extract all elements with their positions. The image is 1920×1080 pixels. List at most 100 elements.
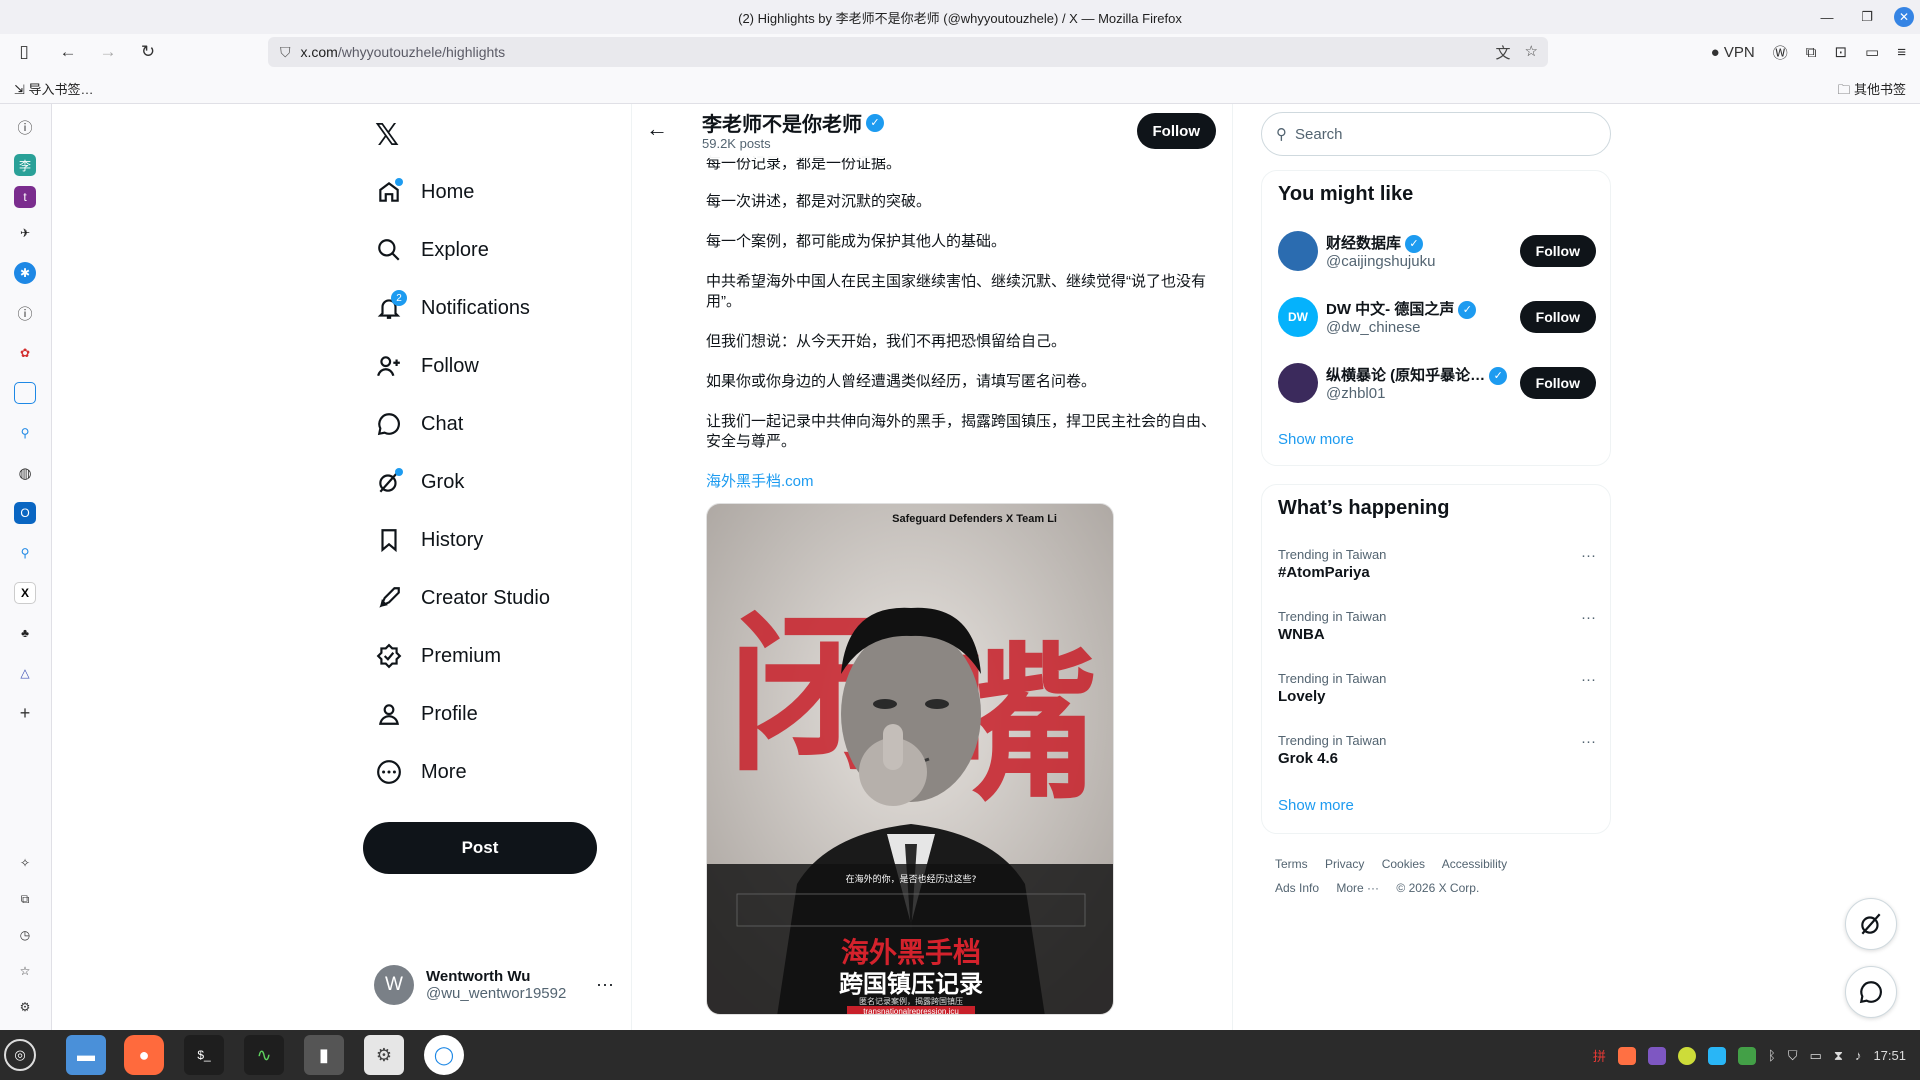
- maximize-icon[interactable]: ❐: [1854, 4, 1880, 30]
- follow-button[interactable]: Follow: [1136, 113, 1216, 149]
- trend-item[interactable]: Trending in Taiwan #AtomPariya ···: [1278, 547, 1596, 581]
- star-icon[interactable]: ☆: [14, 960, 36, 982]
- nav-follow[interactable]: Follow: [375, 346, 479, 386]
- tabs-icon[interactable]: ⧉: [14, 888, 36, 910]
- site-info-icon[interactable]: ⛉: [280, 44, 291, 61]
- nav-explore[interactable]: Explore: [375, 230, 489, 270]
- menu-start-icon[interactable]: ◎: [4, 1039, 36, 1071]
- bird-icon[interactable]: ✈: [14, 222, 36, 244]
- nav-more[interactable]: More: [375, 752, 467, 792]
- history-icon[interactable]: ◷: [14, 924, 36, 946]
- settings-icon[interactable]: ⚙: [14, 996, 36, 1018]
- nav-history[interactable]: History: [375, 520, 483, 560]
- nav-notifications[interactable]: 2 Notifications: [375, 288, 530, 328]
- outlook-icon[interactable]: O: [14, 502, 36, 524]
- bookmark-star-icon[interactable]: ☆: [1525, 42, 1538, 63]
- search-small-icon-2[interactable]: ⚲: [14, 542, 36, 564]
- post-image[interactable]: 闭 嘴 Safeguard Defenders X Team Li 在海外的你，…: [706, 503, 1114, 1015]
- app-icon-blue[interactable]: ✱: [14, 262, 36, 284]
- shield-icon[interactable]: ⛉: [1788, 1048, 1798, 1064]
- bluetooth-icon[interactable]: ᛒ: [1768, 1048, 1776, 1063]
- nav-home[interactable]: Home: [375, 172, 474, 212]
- footer-link[interactable]: Ads Info: [1275, 881, 1319, 895]
- footer-link[interactable]: Terms: [1275, 857, 1308, 871]
- follow-button[interactable]: Follow: [1519, 367, 1596, 399]
- tray-app-icon[interactable]: [1707, 1046, 1726, 1065]
- system-monitor-icon[interactable]: ∿: [244, 1035, 284, 1075]
- account-more-icon[interactable]: ···: [596, 974, 614, 995]
- pocket-icon[interactable]: ⊡: [1834, 43, 1847, 61]
- show-more-link[interactable]: Show more: [1278, 797, 1354, 814]
- follow-button[interactable]: Follow: [1519, 301, 1596, 333]
- trend-item[interactable]: Trending in Taiwan Lovely ···: [1278, 671, 1596, 705]
- search-small-icon[interactable]: ⚲: [14, 422, 36, 444]
- show-more-link[interactable]: Show more: [1278, 431, 1354, 448]
- suggestion-item[interactable]: DW DW 中文- 德国之声 ✓ @dw_chinese Follow: [1278, 295, 1596, 339]
- app-icon-li[interactable]: 李: [14, 154, 36, 176]
- tray-app-icon[interactable]: [1617, 1046, 1636, 1065]
- add-icon[interactable]: +: [14, 702, 36, 724]
- x-logo[interactable]: 𝕏: [375, 118, 399, 153]
- nav-creator-studio[interactable]: Creator Studio: [375, 578, 550, 618]
- messages-fab[interactable]: [1845, 966, 1897, 1018]
- trend-item[interactable]: Trending in Taiwan WNBA ···: [1278, 609, 1596, 643]
- url-bar[interactable]: ⛉ x.com/whyyoutouzhele/highlights 文 ☆: [268, 37, 1548, 67]
- x-icon[interactable]: X: [14, 582, 36, 604]
- volume-icon[interactable]: ♪: [1855, 1048, 1862, 1063]
- network-icon[interactable]: ⧗: [1834, 1048, 1843, 1064]
- triangle-icon[interactable]: △: [14, 662, 36, 684]
- forward-icon[interactable]: →: [92, 36, 124, 68]
- suggestion-item[interactable]: 纵横暴论 (原知乎暴论… ✓ @zhbl01 Follow: [1278, 361, 1596, 405]
- minimize-icon[interactable]: —: [1814, 4, 1840, 30]
- reload-icon[interactable]: ↻: [132, 36, 164, 68]
- globe-icon[interactable]: ◍: [14, 462, 36, 484]
- tray-app-icon[interactable]: [1647, 1046, 1666, 1065]
- input-method-icon[interactable]: 拼: [1593, 1046, 1606, 1065]
- close-icon[interactable]: ✕: [1894, 7, 1914, 27]
- footer-link[interactable]: Privacy: [1325, 857, 1364, 871]
- search-input[interactable]: ⚲ Search: [1261, 112, 1611, 156]
- display-icon[interactable]: ▭: [1810, 1048, 1822, 1064]
- more-icon[interactable]: ···: [1581, 609, 1596, 626]
- suggestion-item[interactable]: 财经数据库 ✓ @caijingshujuku Follow: [1278, 229, 1596, 273]
- back-icon[interactable]: ←: [52, 36, 84, 68]
- huawei-icon[interactable]: ✿: [14, 342, 36, 364]
- terminal-icon[interactable]: $_: [184, 1035, 224, 1075]
- footer-link[interactable]: Cookies: [1382, 857, 1425, 871]
- sync-app-icon[interactable]: ◯: [424, 1035, 464, 1075]
- info-icon[interactable]: ⓘ: [14, 116, 36, 138]
- wikipedia-extension-icon[interactable]: Ⓦ: [1773, 42, 1788, 63]
- app-icon-t[interactable]: t: [14, 186, 36, 208]
- clover-icon[interactable]: ♣: [14, 622, 36, 644]
- translate-icon[interactable]: 文: [1496, 42, 1511, 63]
- nav-grok[interactable]: Grok: [375, 462, 464, 502]
- post-button[interactable]: Post: [363, 822, 597, 874]
- import-bookmarks-link[interactable]: ⇲ 导入书签…: [14, 79, 94, 98]
- clock[interactable]: 17:51: [1873, 1048, 1906, 1063]
- tray-app-icon[interactable]: [1677, 1046, 1696, 1065]
- info-icon-2[interactable]: ⓘ: [14, 302, 36, 324]
- follow-button[interactable]: Follow: [1519, 235, 1596, 267]
- more-icon[interactable]: ···: [1581, 671, 1596, 688]
- firefox-icon[interactable]: ●: [124, 1035, 164, 1075]
- nav-profile[interactable]: Profile: [375, 694, 478, 734]
- more-icon[interactable]: ···: [1581, 733, 1596, 750]
- ai-sparkle-icon[interactable]: ✧: [14, 852, 36, 874]
- account-switcher[interactable]: W Wentworth Wu @wu_wentwor19592 ···: [374, 962, 614, 1008]
- vpn-button[interactable]: ● VPN: [1711, 44, 1755, 61]
- files-icon[interactable]: ▬: [66, 1035, 106, 1075]
- back-arrow-icon[interactable]: ←: [646, 116, 668, 142]
- nav-chat[interactable]: Chat: [375, 404, 463, 444]
- trend-item[interactable]: Trending in Taiwan Grok 4.6 ···: [1278, 733, 1596, 767]
- wechat-icon[interactable]: [1737, 1046, 1756, 1065]
- post-link[interactable]: 海外黑手档.com: [706, 470, 814, 491]
- menu-icon[interactable]: ≡: [1897, 44, 1906, 61]
- sidebar-toggle-icon[interactable]: ▯: [8, 36, 40, 68]
- extensions-icon[interactable]: ⧉: [1806, 44, 1817, 61]
- sidebar-icon[interactable]: ▭: [1865, 43, 1879, 61]
- document-icon[interactable]: ▮: [304, 1035, 344, 1075]
- settings-app-icon[interactable]: ⚙: [364, 1035, 404, 1075]
- footer-link[interactable]: Accessibility: [1442, 857, 1507, 871]
- footer-link[interactable]: More ···: [1336, 881, 1379, 895]
- square-icon[interactable]: [14, 382, 36, 404]
